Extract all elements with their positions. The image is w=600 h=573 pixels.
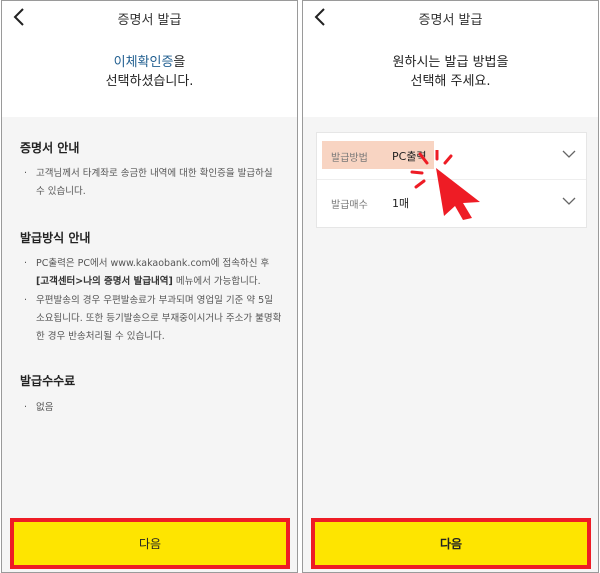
issuance-method-select[interactable]: 발급방법 PC출력 [317,133,586,180]
screen-header: 증명서 발급 원하시는 발급 방법을 선택해 주세요. [303,1,598,117]
next-button[interactable]: 다음 [315,522,587,565]
menu-path: [고객센터>나의 증명서 발급내역] [36,276,173,287]
nav-bar: 증명서 발급 [303,1,598,35]
list-item: · 없음 [24,402,54,413]
field-value: PC출력 [392,150,427,163]
selected-certificate: 이체확인증 [113,55,174,70]
options-card: 발급방법 PC출력 발급매수 1매 [316,132,587,228]
certificate-info-screen: 증명서 발급 이체확인증을 선택하셨습니다. 증명서 안내 · 고객님께서 타계… [1,0,298,573]
info-content: 증명서 안내 · 고객님께서 타계좌로 송금한 내역에 대한 확인증을 발급하실… [2,117,297,572]
field-value: 1매 [392,197,410,210]
list-item: · 고객님께서 타계좌로 송금한 내역에 대한 확인증을 발급하실 수 있습니다… [24,168,273,197]
instruction-heading: 원하시는 발급 방법을 선택해 주세요. [303,53,598,91]
copies-select[interactable]: 발급매수 1매 [317,180,586,227]
page-title: 증명서 발급 [418,13,483,28]
issuance-method-screen: 증명서 발급 원하시는 발급 방법을 선택해 주세요. 발급방법 PC출력 발급… [302,0,599,573]
back-arrow-icon[interactable] [309,5,333,29]
nav-bar: 증명서 발급 [2,1,297,35]
list-item: · 우편발송의 경우 우편발송료가 부과되며 영업일 기준 약 5일 소요됩니다… [24,295,282,342]
page-title: 증명서 발급 [117,13,182,28]
section-title-certificate-info: 증명서 안내 [20,141,80,155]
back-arrow-icon[interactable] [8,5,32,29]
section-title-issuance-method: 발급방식 안내 [20,231,91,245]
section-title-fee: 발급수수료 [20,374,76,388]
screen-header: 증명서 발급 이체확인증을 선택하셨습니다. [2,1,297,117]
heading-line1: 원하시는 발급 방법을 [392,55,509,70]
selection-heading: 이체확인증을 선택하셨습니다. [2,53,297,91]
chevron-down-icon [562,197,576,205]
chevron-down-icon [562,150,576,158]
next-button-highlight: 다음 [311,518,591,569]
heading-suffix: 을 [173,55,186,70]
field-label: 발급방법 [331,153,368,164]
heading-line2: 선택하셨습니다. [105,74,194,89]
next-button-highlight: 다음 [10,518,290,569]
list-item: · PC출력은 PC에서 www.kakaobank.com에 접속하신 후 [… [24,258,270,287]
field-label: 발급매수 [331,200,368,211]
next-button[interactable]: 다음 [14,522,286,565]
heading-line2: 선택해 주세요. [410,74,491,89]
